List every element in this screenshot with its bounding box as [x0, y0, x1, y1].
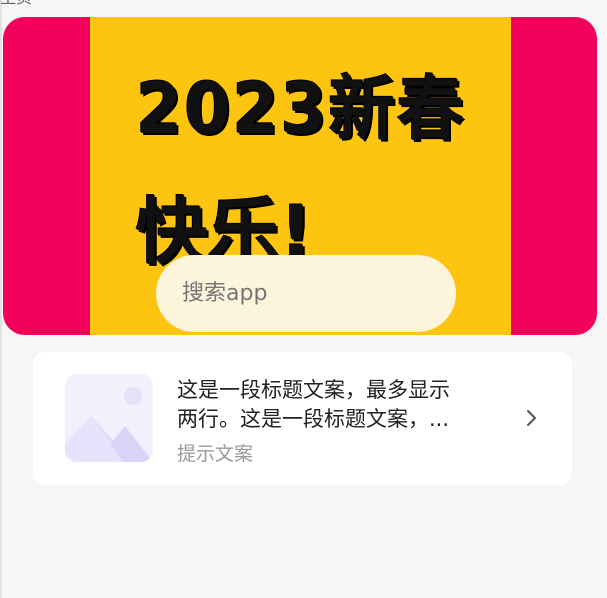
list-item[interactable]: 这是一段标题文案，最多显示 两行。这是一段标题文案，... 提示文案 — [33, 352, 572, 485]
list-item-title-line1: 这是一段标题文案，最多显示 — [177, 378, 450, 402]
search-input[interactable] — [156, 255, 456, 332]
chevron-right-icon[interactable] — [521, 408, 541, 428]
left-border — [0, 0, 2, 598]
list-item-hint: 提示文案 — [177, 443, 254, 465]
list-item-title: 这是一段标题文案，最多显示 两行。这是一段标题文案，... — [177, 376, 497, 434]
list-item-title-line2: 两行。这是一段标题文案，... — [177, 407, 450, 431]
page-title: 主页 — [0, 0, 32, 8]
banner-headline-line1: 2023新春 — [136, 68, 466, 150]
image-placeholder-icon — [65, 374, 153, 462]
page: 主页 2023新春 快乐! 这是一段标题文案，最多显示 两行。这是一段标题文案，… — [0, 0, 607, 598]
